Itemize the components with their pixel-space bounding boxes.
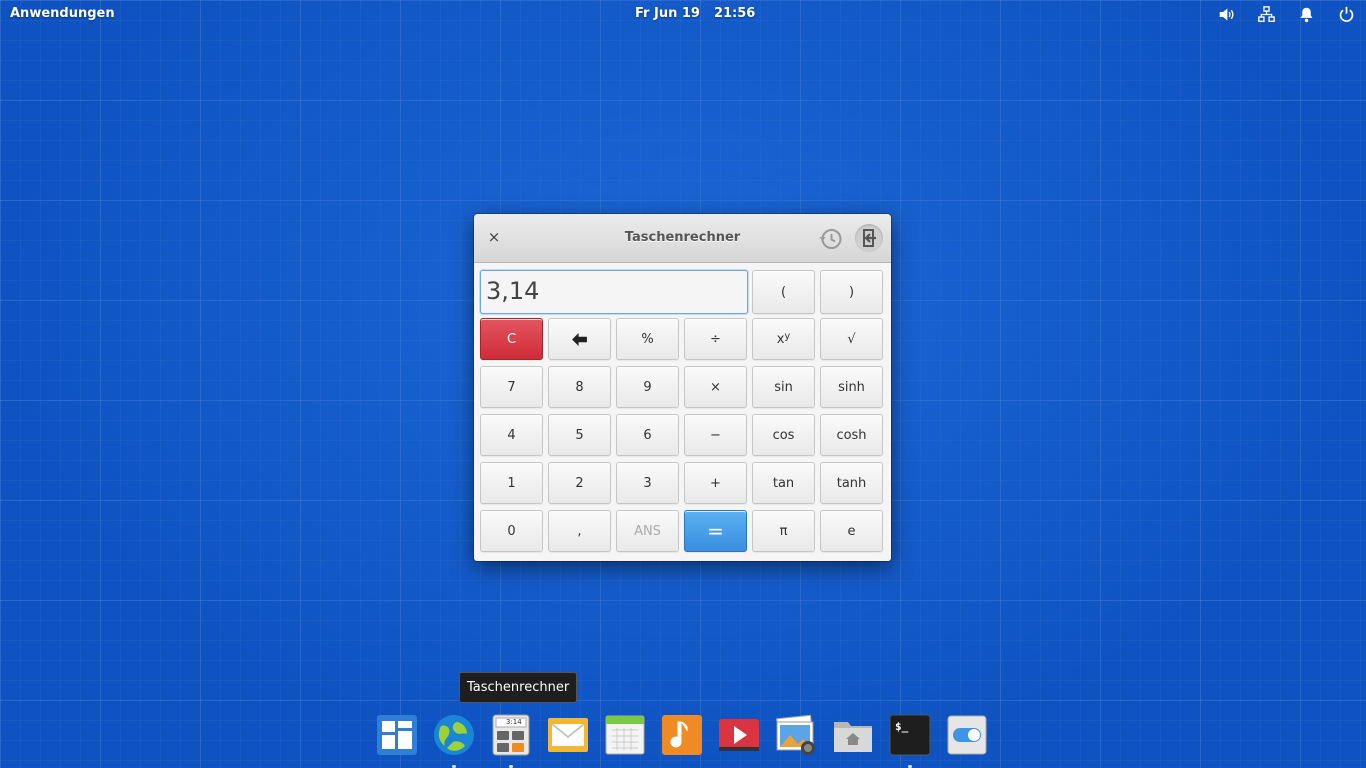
plus-button[interactable]: + [684,462,747,504]
cosh-button[interactable]: cosh [820,414,883,456]
pi-button[interactable]: π [752,510,815,552]
system-tray [1196,4,1356,24]
dock-item-calculator[interactable]: 3:14 [490,714,532,768]
web-browser-icon [434,715,474,755]
power-exponent-label: y [784,330,791,342]
clear-button[interactable]: C [480,318,543,360]
photos-icon [776,714,815,755]
dock-item-settings[interactable] [946,714,988,756]
euler-e-button[interactable]: e [820,510,883,552]
digit-8-button[interactable]: 8 [548,366,611,408]
close-paren-button[interactable]: ) [820,270,883,314]
cos-button[interactable]: cos [752,414,815,456]
dock: 3:14 $_ [368,710,998,768]
terminal-prompt-text: $_ [895,720,909,733]
extended-mode-button[interactable] [855,224,883,252]
music-icon [662,715,702,755]
mail-icon [548,718,588,752]
sidebar-toggle-icon [863,229,876,247]
digit-0-button[interactable]: 0 [480,510,543,552]
notification-bell-icon[interactable] [1296,4,1316,24]
history-button[interactable] [818,226,844,252]
digit-1-button[interactable]: 1 [480,462,543,504]
sinh-button[interactable]: sinh [820,366,883,408]
multiply-button[interactable]: × [684,366,747,408]
decimal-comma-button[interactable]: , [548,510,611,552]
calculator-icon-text: 3:14 [506,718,522,726]
backspace-button[interactable] [548,318,611,360]
calculator-window: × Taschenrechner 3,14 ( ) C % ÷ xy √ 7 8… [474,214,891,561]
window-titlebar[interactable]: × Taschenrechner [474,214,891,263]
dock-item-videos[interactable] [718,714,760,756]
digit-3-button[interactable]: 3 [616,462,679,504]
dock-item-browser[interactable] [433,714,475,768]
percent-button[interactable]: % [616,318,679,360]
power-base-label: x [776,331,785,347]
tan-button[interactable]: tan [752,462,815,504]
minus-button[interactable]: − [684,414,747,456]
dock-item-files[interactable] [832,714,874,756]
date-label: Fr Jun 19 [635,6,700,21]
equals-button[interactable]: = [684,510,747,552]
dock-item-calendar[interactable] [604,714,646,756]
digit-9-button[interactable]: 9 [616,366,679,408]
calendar-icon [605,715,645,755]
videos-icon [719,719,759,751]
digit-4-button[interactable]: 4 [480,414,543,456]
display-input[interactable]: 3,14 [480,270,748,314]
files-icon [834,722,872,752]
network-icon[interactable] [1256,4,1276,24]
dock-item-multitasking[interactable] [376,714,418,756]
open-paren-button[interactable]: ( [752,270,815,314]
multitasking-view-icon [377,715,417,755]
volume-icon[interactable] [1216,4,1236,24]
digit-2-button[interactable]: 2 [548,462,611,504]
ans-button[interactable]: ANS [616,510,679,552]
dock-item-terminal[interactable]: $_ [889,714,931,768]
time-label: 21:56 [713,6,756,21]
top-panel: Anwendungen Fr Jun 19 21:56 [0,0,1366,28]
divide-button[interactable]: ÷ [684,318,747,360]
digit-5-button[interactable]: 5 [548,414,611,456]
dock-item-music[interactable] [661,714,703,756]
applications-menu[interactable]: Anwendungen [10,6,115,21]
digit-6-button[interactable]: 6 [616,414,679,456]
square-root-button[interactable]: √ [820,318,883,360]
power-button[interactable]: xy [752,318,815,360]
history-icon [819,229,842,249]
dock-item-mail[interactable] [547,714,589,756]
backspace-arrow-icon [572,332,587,346]
dock-tooltip: Taschenrechner [459,672,578,703]
power-icon[interactable] [1336,4,1356,24]
tanh-button[interactable]: tanh [820,462,883,504]
date-time-indicator[interactable]: Fr Jun 19 21:56 [635,6,769,21]
digit-7-button[interactable]: 7 [480,366,543,408]
dock-item-photos[interactable] [775,714,817,756]
system-settings-icon [947,715,987,755]
sin-button[interactable]: sin [752,366,815,408]
